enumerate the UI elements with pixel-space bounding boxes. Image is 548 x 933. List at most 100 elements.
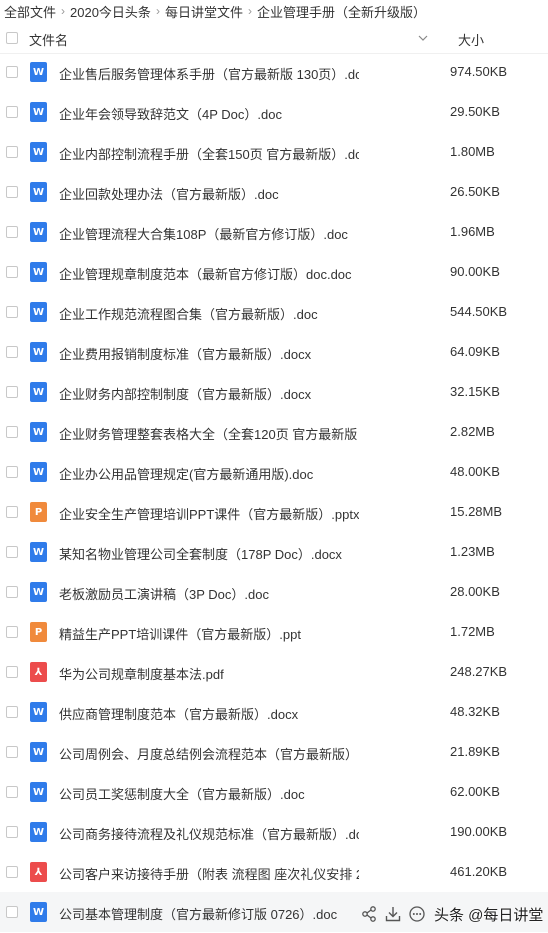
file-size: 32.15KB bbox=[450, 384, 500, 399]
file-row[interactable]: P 企业安全生产管理培训PPT课件（官方最新版）.pptx 15.28MB bbox=[0, 492, 548, 532]
row-checkbox[interactable] bbox=[6, 426, 18, 438]
file-row[interactable]: W 企业售后服务管理体系手册（官方最新版 130页）.doc 974.50KB bbox=[0, 52, 548, 92]
file-row[interactable]: W 企业年会领导致辞范文（4P Doc）.doc 29.50KB bbox=[0, 92, 548, 132]
column-header-name[interactable]: 文件名 bbox=[29, 30, 68, 49]
file-row[interactable]: W 公司员工奖惩制度大全（官方最新版）.doc 62.00KB bbox=[0, 772, 548, 812]
row-checkbox[interactable] bbox=[6, 586, 18, 598]
file-size: 248.27KB bbox=[450, 664, 508, 679]
row-checkbox[interactable] bbox=[6, 866, 18, 878]
row-checkbox[interactable] bbox=[6, 266, 18, 278]
row-checkbox[interactable] bbox=[6, 386, 18, 398]
file-name[interactable]: 企业财务管理整套表格大全（全套120页 官方最新版 ... bbox=[59, 424, 359, 443]
row-action-toolbar: 头条 @每日讲堂 bbox=[360, 905, 544, 924]
file-name[interactable]: 公司员工奖惩制度大全（官方最新版）.doc bbox=[59, 784, 305, 803]
file-name[interactable]: 精益生产PPT培训课件（官方最新版）.ppt bbox=[59, 624, 301, 643]
file-name[interactable]: 企业安全生产管理培训PPT课件（官方最新版）.pptx bbox=[59, 504, 359, 523]
file-row[interactable]: P 精益生产PPT培训课件（官方最新版）.ppt 1.72MB bbox=[0, 612, 548, 652]
word-file-icon: W bbox=[30, 182, 47, 202]
file-row[interactable]: W 供应商管理制度范本（官方最新版）.docx 48.32KB bbox=[0, 692, 548, 732]
share-icon[interactable] bbox=[360, 905, 378, 923]
row-checkbox[interactable] bbox=[6, 626, 18, 638]
file-name[interactable]: 某知名物业管理公司全套制度（178P Doc）.docx bbox=[59, 544, 342, 563]
row-checkbox[interactable] bbox=[6, 746, 18, 758]
row-checkbox[interactable] bbox=[6, 106, 18, 118]
file-name[interactable]: 企业内部控制流程手册（全套150页 官方最新版）.doc bbox=[59, 144, 359, 163]
file-name[interactable]: 供应商管理制度范本（官方最新版）.docx bbox=[59, 704, 298, 723]
ppt-file-icon: P bbox=[30, 502, 47, 522]
row-checkbox[interactable] bbox=[6, 66, 18, 78]
row-checkbox[interactable] bbox=[6, 346, 18, 358]
word-file-icon: W bbox=[30, 222, 47, 242]
file-size: 1.80MB bbox=[450, 144, 495, 159]
chevron-down-icon[interactable] bbox=[417, 32, 429, 44]
row-checkbox[interactable] bbox=[6, 146, 18, 158]
word-file-icon: W bbox=[30, 582, 47, 602]
file-name[interactable]: 企业管理规章制度范本（最新官方修订版）doc.doc bbox=[59, 264, 352, 283]
file-name[interactable]: 企业售后服务管理体系手册（官方最新版 130页）.doc bbox=[59, 64, 359, 83]
row-checkbox[interactable] bbox=[6, 906, 18, 918]
file-size: 64.09KB bbox=[450, 344, 500, 359]
file-row[interactable]: W 老板激励员工演讲稿（3P Doc）.doc 28.00KB bbox=[0, 572, 548, 612]
file-row[interactable]: W 企业办公用品管理规定(官方最新通用版).doc 48.00KB bbox=[0, 452, 548, 492]
file-name[interactable]: 企业办公用品管理规定(官方最新通用版).doc bbox=[59, 464, 313, 483]
file-name[interactable]: 企业财务内部控制制度（官方最新版）.docx bbox=[59, 384, 311, 403]
file-name[interactable]: 企业年会领导致辞范文（4P Doc）.doc bbox=[59, 104, 282, 123]
file-row[interactable]: W 企业费用报销制度标准（官方最新版）.docx 64.09KB bbox=[0, 332, 548, 372]
file-name[interactable]: 企业工作规范流程图合集（官方最新版）.doc bbox=[59, 304, 318, 323]
file-row[interactable]: W 企业回款处理办法（官方最新版）.doc 26.50KB bbox=[0, 172, 548, 212]
file-row[interactable]: W 企业工作规范流程图合集（官方最新版）.doc 544.50KB bbox=[0, 292, 548, 332]
file-row[interactable]: W 企业财务内部控制制度（官方最新版）.docx 32.15KB bbox=[0, 372, 548, 412]
file-name[interactable]: 公司基本管理制度（官方最新修订版 0726）.doc bbox=[59, 904, 337, 923]
file-name[interactable]: 公司周例会、月度总结例会流程范本（官方最新版）.d... bbox=[59, 744, 359, 763]
word-file-icon: W bbox=[30, 782, 47, 802]
file-row[interactable]: ⅄ 公司客户来访接待手册（附表 流程图 座次礼仪安排 2... 461.20KB bbox=[0, 852, 548, 892]
row-checkbox[interactable] bbox=[6, 706, 18, 718]
file-row[interactable]: ⅄ 华为公司规章制度基本法.pdf 248.27KB bbox=[0, 652, 548, 692]
file-name[interactable]: 华为公司规章制度基本法.pdf bbox=[59, 664, 224, 683]
ppt-file-icon: P bbox=[30, 622, 47, 642]
row-checkbox[interactable] bbox=[6, 506, 18, 518]
file-name[interactable]: 公司商务接待流程及礼仪规范标准（官方最新版）.doc bbox=[59, 824, 359, 843]
more-icon[interactable] bbox=[408, 905, 426, 923]
watermark-text: 头条 @每日讲堂 bbox=[434, 906, 544, 924]
breadcrumb-item-folder-2020[interactable]: 2020今日头条 bbox=[70, 2, 151, 21]
file-size: 48.32KB bbox=[450, 704, 500, 719]
row-checkbox[interactable] bbox=[6, 786, 18, 798]
file-name[interactable]: 企业管理流程大合集108P（最新官方修订版）.doc bbox=[59, 224, 348, 243]
file-size: 26.50KB bbox=[450, 184, 500, 199]
file-row[interactable]: W 企业管理流程大合集108P（最新官方修订版）.doc 1.96MB bbox=[0, 212, 548, 252]
row-checkbox[interactable] bbox=[6, 666, 18, 678]
download-icon[interactable] bbox=[384, 905, 402, 923]
pdf-file-icon: ⅄ bbox=[30, 662, 47, 682]
breadcrumb: 全部文件 › 2020今日头条 › 每日讲堂文件 › 企业管理手册（全新升级版） bbox=[4, 0, 426, 22]
breadcrumb-item-folder-daily[interactable]: 每日讲堂文件 bbox=[165, 2, 243, 21]
row-checkbox[interactable] bbox=[6, 466, 18, 478]
word-file-icon: W bbox=[30, 142, 47, 162]
file-row[interactable]: W 企业管理规章制度范本（最新官方修订版）doc.doc 90.00KB bbox=[0, 252, 548, 292]
word-file-icon: W bbox=[30, 382, 47, 402]
word-file-icon: W bbox=[30, 342, 47, 362]
row-checkbox[interactable] bbox=[6, 826, 18, 838]
file-row[interactable]: W 公司周例会、月度总结例会流程范本（官方最新版）.d... 21.89KB bbox=[0, 732, 548, 772]
file-row[interactable]: W 某知名物业管理公司全套制度（178P Doc）.docx 1.23MB bbox=[0, 532, 548, 572]
row-checkbox[interactable] bbox=[6, 546, 18, 558]
select-all-checkbox[interactable] bbox=[6, 32, 18, 44]
file-name[interactable]: 老板激励员工演讲稿（3P Doc）.doc bbox=[59, 584, 269, 603]
chevron-right-icon: › bbox=[155, 4, 160, 18]
file-size: 15.28MB bbox=[450, 504, 503, 519]
row-checkbox[interactable] bbox=[6, 186, 18, 198]
breadcrumb-item-all-files[interactable]: 全部文件 bbox=[4, 2, 56, 21]
file-row[interactable]: W 企业财务管理整套表格大全（全套120页 官方最新版 ... 2.82MB bbox=[0, 412, 548, 452]
word-file-icon: W bbox=[30, 422, 47, 442]
row-checkbox[interactable] bbox=[6, 226, 18, 238]
file-row[interactable]: W 公司商务接待流程及礼仪规范标准（官方最新版）.doc 190.00KB bbox=[0, 812, 548, 852]
file-name[interactable]: 公司客户来访接待手册（附表 流程图 座次礼仪安排 2... bbox=[59, 864, 359, 883]
file-name[interactable]: 企业费用报销制度标准（官方最新版）.docx bbox=[59, 344, 311, 363]
file-row[interactable]: W 企业内部控制流程手册（全套150页 官方最新版）.doc 1.80MB bbox=[0, 132, 548, 172]
word-file-icon: W bbox=[30, 542, 47, 562]
column-header-size[interactable]: 大小 bbox=[458, 30, 484, 49]
row-checkbox[interactable] bbox=[6, 306, 18, 318]
file-size: 544.50KB bbox=[450, 304, 508, 319]
file-list-header: 文件名 大小 bbox=[0, 22, 548, 54]
file-name[interactable]: 企业回款处理办法（官方最新版）.doc bbox=[59, 184, 279, 203]
